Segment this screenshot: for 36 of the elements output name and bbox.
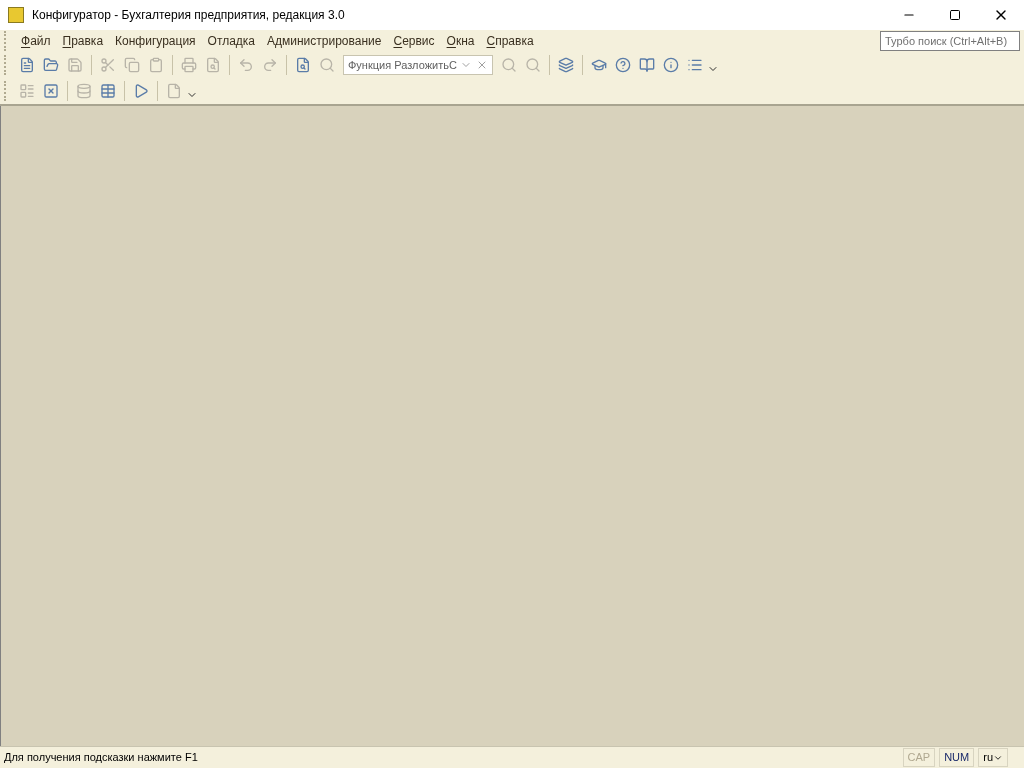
window-title: Конфигуратор - Бухгалтерия предприятия, редакция 3.0: [32, 7, 346, 24]
menu-item[interactable]: Правка: [56, 32, 110, 50]
undo-icon: [238, 57, 254, 73]
copy-icon: [124, 57, 140, 73]
play-icon: [133, 83, 149, 99]
paste-icon: [148, 57, 164, 73]
language-dropdown[interactable]: ru: [978, 748, 1008, 767]
cut-icon: [100, 57, 116, 73]
status-hint: Для получения подсказки нажмите F1: [3, 750, 199, 766]
open-folder-icon: [43, 57, 59, 73]
menu-item[interactable]: Сервис: [387, 32, 441, 50]
menu-item[interactable]: Отладка: [201, 32, 262, 50]
find-in-files-icon: [295, 57, 311, 73]
app-logo-icon: [8, 7, 24, 23]
clear-icon: [476, 59, 488, 71]
menu-item[interactable]: Конфигурация: [109, 32, 202, 50]
window-close-icon: [43, 83, 59, 99]
table-icon: [100, 83, 116, 99]
status-indicator: NUM: [939, 748, 975, 767]
new-document-icon: [19, 57, 35, 73]
database-icon: [76, 83, 92, 99]
print-icon: [181, 57, 197, 73]
save-icon: [67, 57, 83, 73]
function-search-field[interactable]: Функция РазложитьС: [343, 55, 493, 75]
graduate-icon: [591, 57, 607, 73]
menu-item[interactable]: Администрирование: [261, 32, 388, 50]
info-icon: [663, 57, 679, 73]
status-indicator: CAP: [902, 748, 936, 767]
search-icon: [319, 57, 335, 73]
menu-item[interactable]: Справка: [480, 32, 540, 50]
menu-item[interactable]: Файл: [15, 32, 57, 50]
menu-item[interactable]: Окна: [440, 32, 481, 50]
maximize-icon: [949, 9, 961, 21]
preview-icon: [205, 57, 221, 73]
redo-icon: [262, 57, 278, 73]
turbo-search-field[interactable]: Турбо поиск (Ctrl+Alt+B): [880, 31, 1020, 51]
